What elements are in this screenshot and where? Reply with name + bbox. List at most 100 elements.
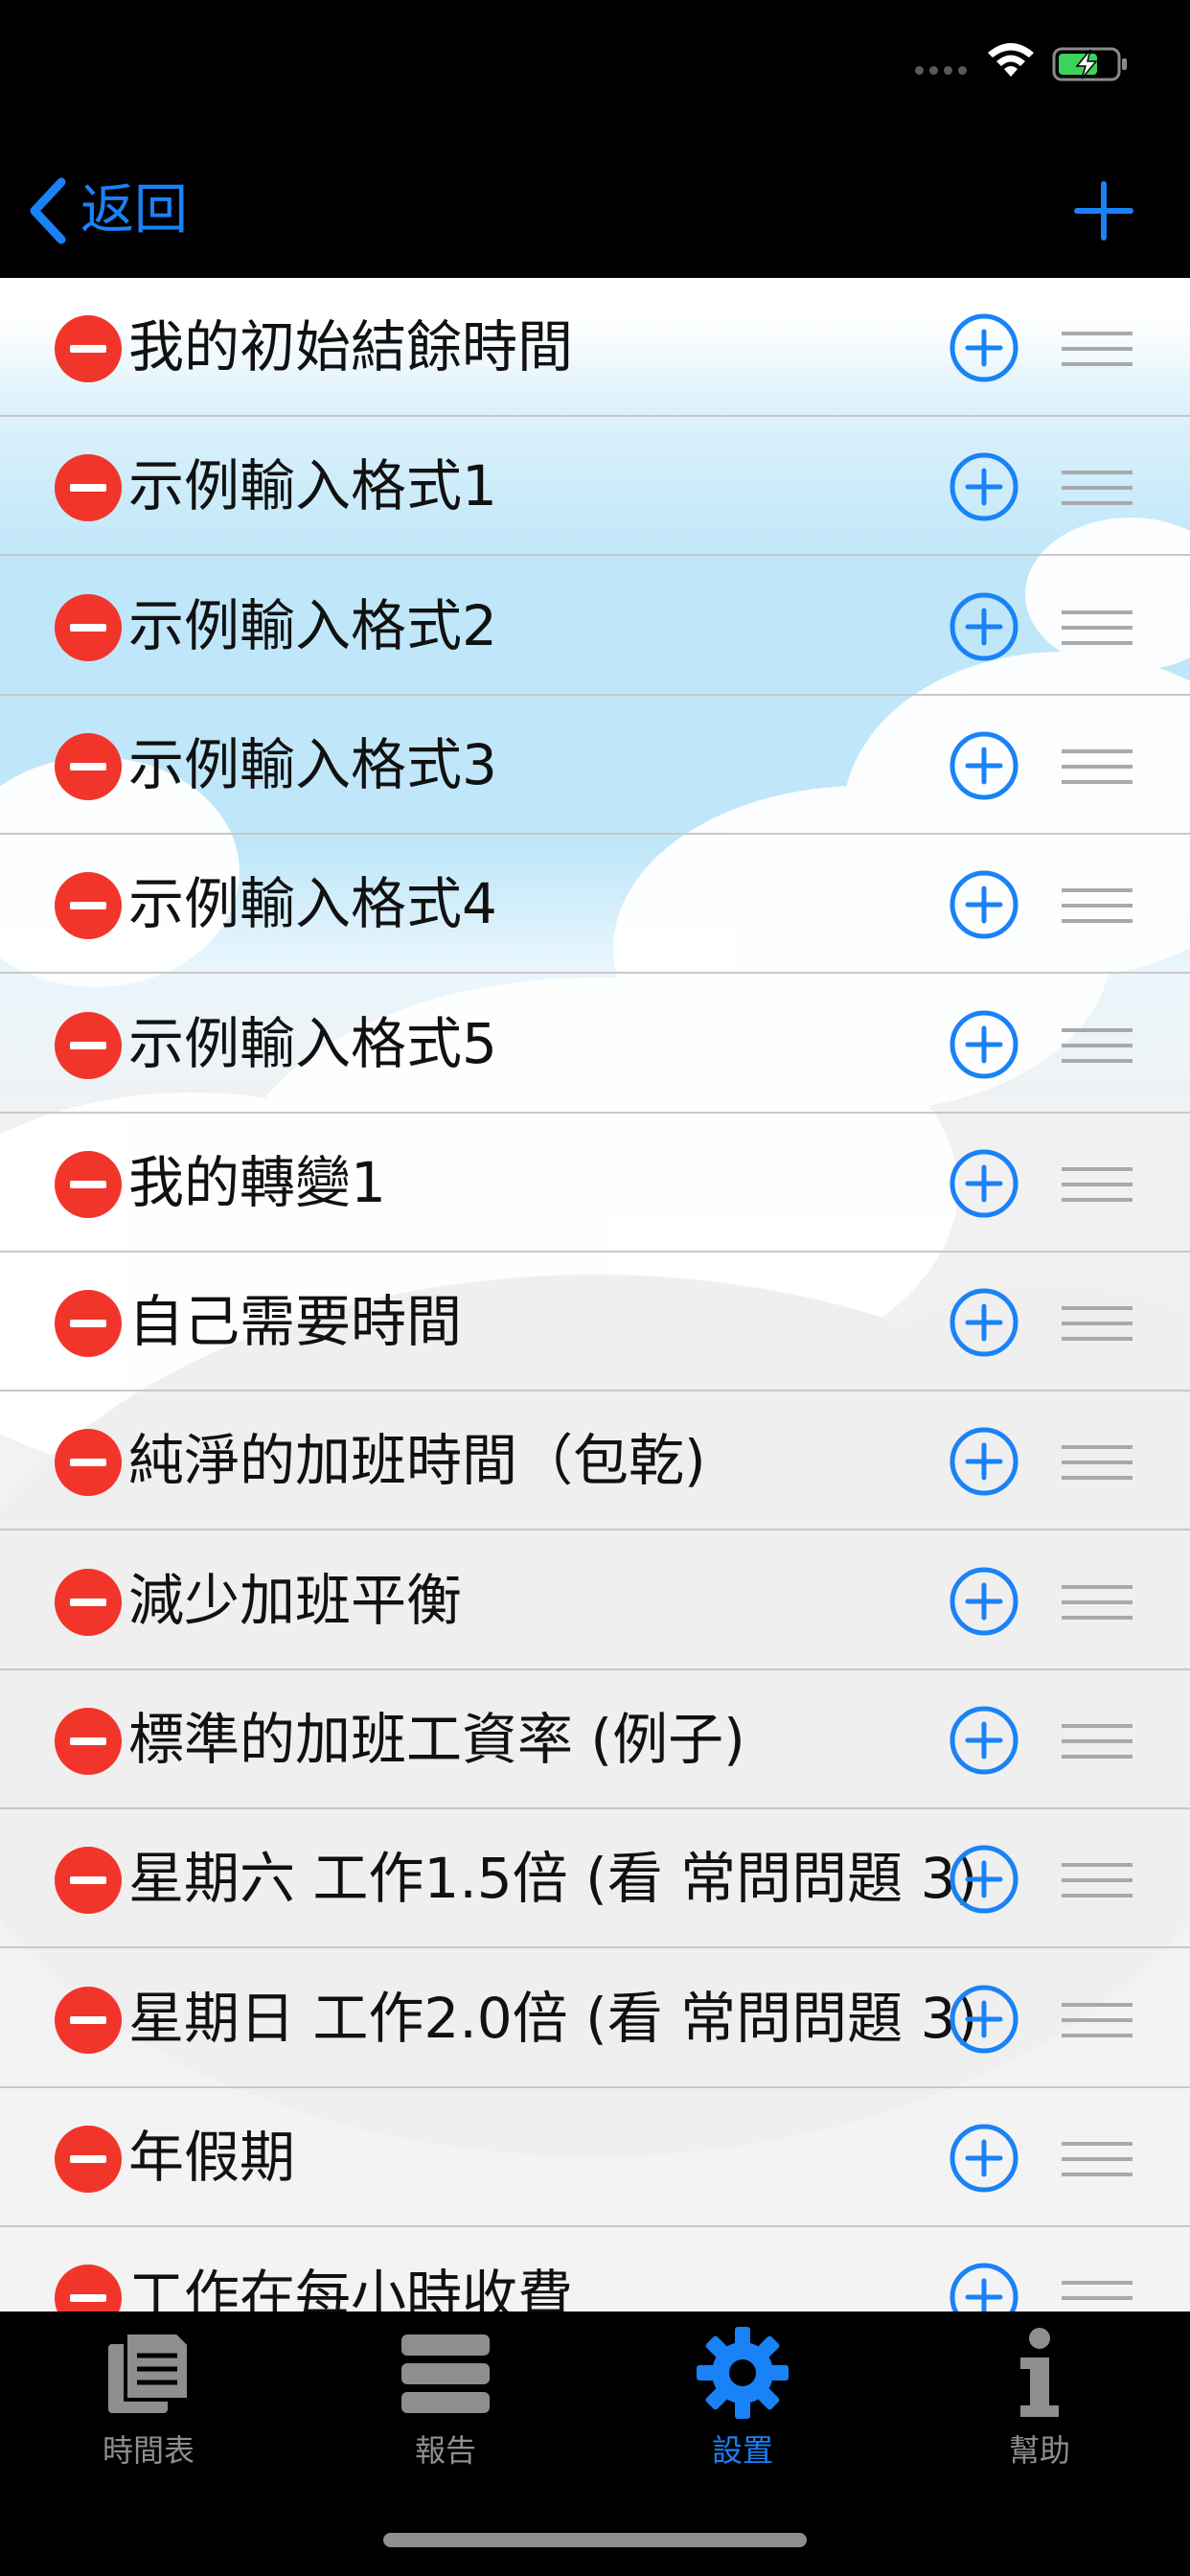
chevron-left-icon — [30, 177, 66, 244]
list-item-label: 星期日 工作2.0倍 (看 常問問題 3) — [128, 1985, 978, 2051]
document-icon — [108, 2331, 191, 2413]
add-circle-icon[interactable] — [949, 1566, 1019, 1637]
list-item-label: 示例輸入格式2 — [128, 592, 497, 658]
reorder-handle-icon[interactable] — [1062, 1304, 1133, 1343]
list-item[interactable]: 純淨的加班時間（包乾) — [0, 1392, 1190, 1531]
add-circle-icon[interactable] — [949, 1148, 1019, 1219]
list-item[interactable]: 自己需要時間 — [0, 1253, 1190, 1392]
tab-report-label: 報告 — [414, 2432, 476, 2469]
add-circle-icon[interactable] — [949, 1009, 1019, 1080]
reorder-handle-icon[interactable] — [1062, 1861, 1133, 1899]
delete-icon[interactable] — [54, 1568, 123, 1637]
battery-charging-icon — [1052, 47, 1127, 81]
signal-strength-icon — [915, 63, 971, 77]
list-item[interactable]: 星期日 工作2.0倍 (看 常問問題 3) — [0, 1949, 1190, 2088]
list-item[interactable]: 工作在每小時收費 — [0, 2227, 1190, 2312]
add-circle-icon[interactable] — [949, 869, 1019, 940]
list-item-label: 示例輸入格式3 — [128, 731, 497, 797]
add-circle-icon[interactable] — [949, 591, 1019, 662]
delete-icon[interactable] — [54, 2264, 123, 2312]
tab-report[interactable]: 報告 — [297, 2325, 594, 2488]
list-item-label: 減少加班平衡 — [128, 1567, 463, 1633]
tab-help[interactable]: 幫助 — [891, 2325, 1188, 2488]
add-circle-icon[interactable] — [949, 1426, 1019, 1497]
list-item[interactable]: 減少加班平衡 — [0, 1531, 1190, 1670]
reorder-handle-icon[interactable] — [1062, 330, 1133, 368]
delete-icon[interactable] — [54, 871, 123, 940]
tab-settings-label: 設置 — [711, 2432, 773, 2469]
navigation-bar: 返回 — [0, 134, 1190, 278]
add-circle-icon[interactable] — [949, 730, 1019, 801]
delete-icon[interactable] — [54, 732, 123, 801]
reorder-handle-icon[interactable] — [1062, 2001, 1133, 2039]
reorder-handle-icon[interactable] — [1062, 886, 1133, 925]
reorder-handle-icon[interactable] — [1062, 2140, 1133, 2178]
reorder-handle-icon[interactable] — [1062, 748, 1133, 786]
back-button[interactable]: 返回 — [25, 172, 188, 249]
delete-icon[interactable] — [54, 1011, 123, 1080]
reorder-handle-icon[interactable] — [1062, 1165, 1133, 1204]
list-item[interactable]: 示例輸入格式2 — [0, 557, 1190, 696]
list-item[interactable]: 我的初始結餘時間 — [0, 278, 1190, 417]
list-item-label: 我的轉變1 — [128, 1149, 386, 1215]
list-item-label: 星期六 工作1.5倍 (看 常問問題 3) — [128, 1846, 978, 1912]
list-item-label: 工作在每小時收費 — [128, 2264, 574, 2312]
reorder-handle-icon[interactable] — [1062, 2279, 1133, 2312]
tab-timesheet-label: 時間表 — [102, 2432, 195, 2469]
settings-list[interactable]: 我的初始結餘時間 示例輸入格式1 示例輸入格式2 示例輸入格式3 示例輸入格式4 示例輸入… — [0, 278, 1190, 2312]
list-item-label: 我的初始結餘時間 — [128, 314, 574, 380]
reorder-handle-icon[interactable] — [1062, 1443, 1133, 1482]
delete-icon[interactable] — [54, 453, 123, 522]
wifi-icon — [988, 43, 1034, 77]
list-icon — [401, 2334, 490, 2413]
reorder-handle-icon[interactable] — [1062, 609, 1133, 647]
list-item-label: 自己需要時間 — [128, 1289, 463, 1355]
list-item-label: 示例輸入格式5 — [128, 1010, 497, 1076]
list-item-label: 標準的加班工資率 (例子) — [128, 1707, 745, 1772]
tab-settings[interactable]: 設置 — [594, 2325, 891, 2488]
add-circle-icon[interactable] — [949, 312, 1019, 383]
reorder-handle-icon[interactable] — [1062, 1583, 1133, 1622]
back-button-label: 返回 — [80, 179, 188, 242]
list-item-label: 示例輸入格式1 — [128, 453, 497, 519]
list-item[interactable]: 標準的加班工資率 (例子) — [0, 1670, 1190, 1809]
info-icon — [1020, 2328, 1059, 2417]
screen: 返回 我的初始結餘時間 示例輸入格式1 示例輸入格式2 示例輸入格式3 示例輸入… — [0, 0, 1190, 2576]
list-item[interactable]: 星期六 工作1.5倍 (看 常問問題 3) — [0, 1809, 1190, 1949]
list-item[interactable]: 我的轉變1 — [0, 1114, 1190, 1253]
delete-icon[interactable] — [54, 1289, 123, 1358]
delete-icon[interactable] — [54, 1986, 123, 2055]
add-button[interactable] — [1073, 180, 1134, 242]
delete-icon[interactable] — [54, 314, 123, 383]
list-item[interactable]: 示例輸入格式1 — [0, 417, 1190, 557]
list-item[interactable]: 示例輸入格式3 — [0, 696, 1190, 835]
add-circle-icon[interactable] — [949, 451, 1019, 522]
delete-icon[interactable] — [54, 1150, 123, 1219]
list-item[interactable]: 年假期 — [0, 2088, 1190, 2227]
add-circle-icon[interactable] — [949, 1705, 1019, 1776]
list-item-label: 年假期 — [128, 2124, 296, 2190]
status-bar — [0, 0, 1190, 134]
reorder-handle-icon[interactable] — [1062, 1722, 1133, 1760]
reorder-handle-icon[interactable] — [1062, 469, 1133, 507]
add-circle-icon[interactable] — [949, 2262, 1019, 2312]
delete-icon[interactable] — [54, 1428, 123, 1497]
add-circle-icon[interactable] — [949, 1844, 1019, 1915]
reorder-handle-icon[interactable] — [1062, 1026, 1133, 1065]
add-circle-icon[interactable] — [949, 1287, 1019, 1358]
add-circle-icon[interactable] — [949, 1984, 1019, 2055]
tab-help-label: 幫助 — [1008, 2432, 1070, 2469]
delete-icon[interactable] — [54, 1707, 123, 1776]
delete-icon[interactable] — [54, 593, 123, 662]
delete-icon[interactable] — [54, 1846, 123, 1915]
list-item-label: 純淨的加班時間（包乾) — [128, 1428, 706, 1494]
list-item-label: 示例輸入格式4 — [128, 871, 497, 937]
plus-icon — [1074, 181, 1133, 241]
list-item[interactable]: 示例輸入格式5 — [0, 975, 1190, 1114]
home-indicator — [383, 2533, 807, 2547]
tab-timesheet[interactable]: 時間表 — [0, 2325, 297, 2488]
list-item[interactable]: 示例輸入格式4 — [0, 835, 1190, 975]
add-circle-icon[interactable] — [949, 2123, 1019, 2194]
gear-icon — [697, 2327, 789, 2419]
delete-icon[interactable] — [54, 2125, 123, 2194]
